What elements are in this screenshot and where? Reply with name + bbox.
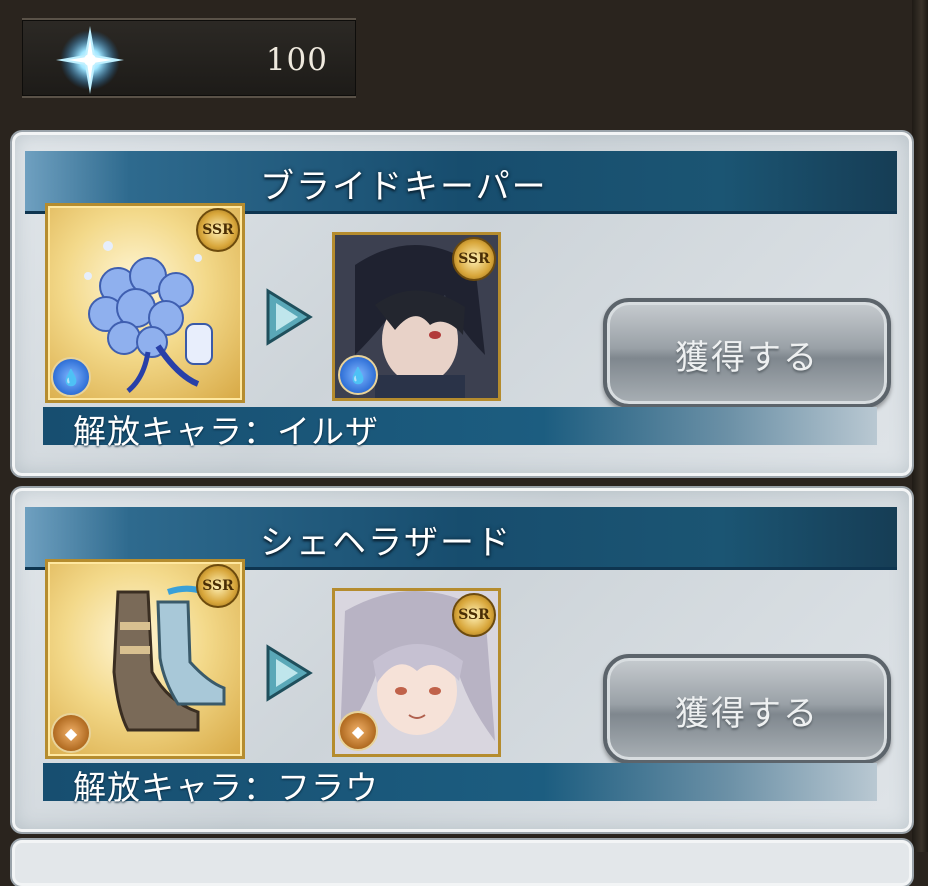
item-icon[interactable]: SSR ◆ <box>45 559 245 759</box>
card-title: シェヘラザード <box>260 523 512 563</box>
release-character-bar: 解放キャラ：フラウ <box>43 763 877 807</box>
skin-card: ブライドキーパー SSR 💧 SSR 💧 獲得する 解放キャラ：イルザ <box>12 132 912 476</box>
character-icon[interactable]: SSR 💧 <box>332 232 501 401</box>
acquire-button-label: 獲得する <box>675 694 819 734</box>
acquire-button[interactable]: 獲得する <box>603 298 891 408</box>
arrow-right-icon <box>266 288 313 346</box>
earth-element-icon: ◆ <box>338 711 378 751</box>
water-element-icon: 💧 <box>51 357 91 397</box>
ssr-badge: SSR <box>196 564 240 608</box>
ssr-badge: SSR <box>452 237 496 281</box>
skin-card: シェヘラザード SSR ◆ SSR ◆ 獲得する 解放キャラ：フラウ <box>12 488 912 832</box>
crystal-icon <box>56 26 124 94</box>
ssr-badge: SSR <box>196 208 240 252</box>
release-character-bar: 解放キャラ：イルザ <box>43 407 877 451</box>
earth-element-icon: ◆ <box>51 713 91 753</box>
next-skin-card <box>12 840 912 886</box>
arrow-right-icon <box>266 644 313 702</box>
character-icon[interactable]: SSR ◆ <box>332 588 501 757</box>
acquire-button-label: 獲得する <box>675 338 819 378</box>
water-element-icon: 💧 <box>338 355 378 395</box>
item-icon[interactable]: SSR 💧 <box>45 203 245 403</box>
crystal-amount: 100 <box>265 42 328 78</box>
card-title: ブライドキーパー <box>260 167 548 207</box>
release-character-label: 解放キャラ：イルザ <box>73 412 379 451</box>
release-character-label: 解放キャラ：フラウ <box>73 768 379 807</box>
currency-display: 100 <box>22 18 356 98</box>
ssr-badge: SSR <box>452 593 496 637</box>
right-frame-edge <box>912 0 928 852</box>
acquire-button[interactable]: 獲得する <box>603 654 891 764</box>
